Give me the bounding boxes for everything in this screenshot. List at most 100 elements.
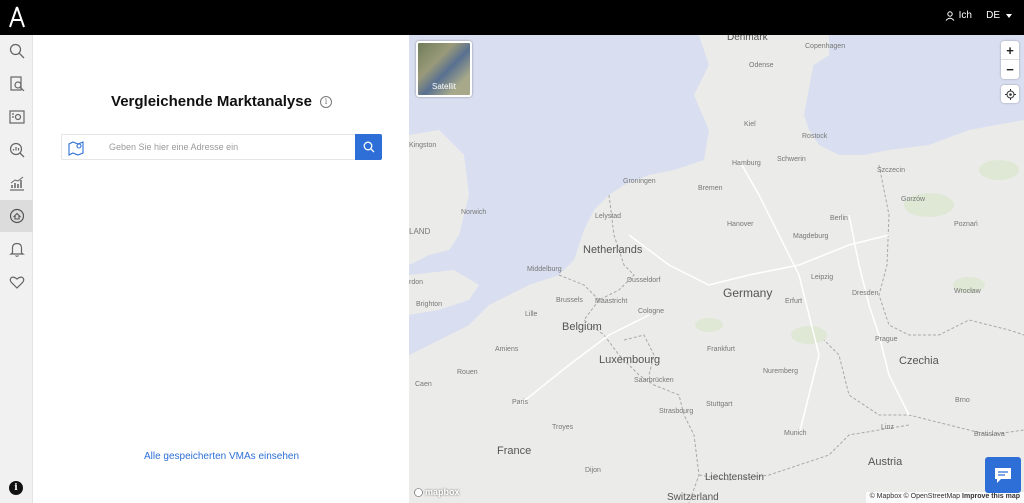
- map-label-rdon: rdon: [409, 279, 424, 286]
- sidebar-item-favorites[interactable]: [0, 266, 33, 298]
- map-label-lille: Lille: [525, 311, 538, 318]
- bell-icon: [8, 242, 25, 257]
- map-label-kiel: Kiel: [744, 121, 756, 128]
- map-label-middelburg: Middelburg: [527, 266, 562, 273]
- map-label-amiens: Amiens: [495, 346, 519, 353]
- language-selector[interactable]: DE: [986, 10, 1012, 21]
- address-search: [61, 134, 382, 160]
- analysis-panel: Vergleichende Marktanalyse i Alle gespei…: [34, 35, 409, 503]
- user-menu[interactable]: Ich: [945, 10, 972, 21]
- map-label-frankfurt: Frankfurt: [707, 346, 736, 353]
- map-label-dusseldorf: Dusseldorf: [627, 277, 661, 284]
- satellite-toggle[interactable]: Satellit: [416, 41, 472, 97]
- map-label-magdeburg: Magdeburg: [793, 233, 829, 240]
- map-label-berlin: Berlin: [830, 215, 848, 222]
- map-label-brighton: Brighton: [416, 301, 443, 308]
- map-label-austria: Austria: [868, 456, 903, 468]
- map-label-erfurt: Erfurt: [785, 298, 803, 305]
- map-label-poznan: Poznań: [954, 221, 978, 228]
- user-icon: [945, 10, 955, 21]
- map-label-luxembourg: Luxembourg: [599, 354, 661, 366]
- map-label-lelystad: Lelystad: [595, 213, 622, 220]
- crosshair-icon: [1004, 88, 1016, 100]
- attribution-osm-link[interactable]: © OpenStreetMap: [904, 493, 961, 500]
- map-label-gorzow: Gorzów: [901, 196, 926, 203]
- chevron-down-icon: [1006, 13, 1012, 18]
- sidebar-item-analysis[interactable]: [0, 134, 33, 166]
- map-label-dijon: Dijon: [585, 467, 601, 474]
- map-label-norwich: Norwich: [461, 209, 487, 216]
- chart-icon: [9, 176, 24, 191]
- sidebar-item-document-search[interactable]: [0, 68, 33, 100]
- heart-icon: [9, 276, 24, 289]
- map-label-hamburg: Hamburg: [732, 160, 761, 167]
- map-label-bremen: Bremen: [698, 185, 723, 192]
- map-label-dresden: Dresden: [852, 290, 879, 297]
- improve-map-link[interactable]: Improve this map: [962, 493, 1020, 500]
- map-label-nuremberg: Nuremberg: [763, 368, 799, 375]
- map-pin-icon[interactable]: [68, 140, 84, 156]
- map-label-strasbourg: Strasbourg: [659, 408, 694, 415]
- zoom-controls: + −: [1001, 41, 1019, 79]
- search-icon: [363, 141, 374, 153]
- page-title: Vergleichende Marktanalyse: [111, 93, 312, 110]
- map-label-kingston: Kingston: [409, 142, 437, 149]
- sidebar-item-market-compare[interactable]: [0, 200, 33, 232]
- title-row: Vergleichende Marktanalyse i: [34, 93, 409, 110]
- map-label-rouen: Rouen: [457, 369, 478, 376]
- map-label-brussels: Brussels: [556, 297, 583, 304]
- map-label-linz: Linz: [881, 424, 894, 431]
- map-label-caen: Caen: [415, 381, 432, 388]
- map-label-england: LAND: [409, 227, 431, 236]
- map-label-czechia: Czechia: [899, 355, 939, 367]
- map-label-denmark: Denmark: [727, 35, 768, 43]
- mapbox-logo[interactable]: mapbox: [414, 487, 460, 497]
- search-icon: [9, 43, 24, 59]
- map-label-cologne: Cologne: [638, 308, 665, 315]
- map-base: [409, 35, 1024, 503]
- map-view[interactable]: Denmark Copenhagen Odense Kiel Rostock H…: [409, 35, 1024, 503]
- zoom-in-button[interactable]: +: [1001, 41, 1019, 60]
- document-search-icon: [9, 76, 24, 92]
- analysis-icon: [9, 142, 24, 158]
- map-label-belgium: Belgium: [562, 321, 602, 333]
- map-label-stuttgart: Stuttgart: [706, 401, 733, 408]
- locate-button[interactable]: [1001, 85, 1019, 103]
- user-label: Ich: [958, 10, 972, 21]
- map-label-odense: Odense: [749, 62, 774, 69]
- app-logo[interactable]: [8, 6, 26, 28]
- sidebar-item-listing[interactable]: [0, 101, 33, 133]
- search-button[interactable]: [355, 134, 382, 160]
- mapbox-icon: [414, 487, 423, 497]
- map-label-saarbrucken: Saarbrücken: [634, 377, 674, 384]
- map-label-liechtenstein: Liechtenstein: [705, 472, 764, 483]
- map-label-bratislava: Bratislava: [974, 431, 1005, 438]
- language-label: DE: [986, 10, 1000, 21]
- sidebar: i: [0, 35, 33, 503]
- sidebar-item-search[interactable]: [0, 35, 33, 67]
- map-label-germany: Germany: [723, 286, 773, 300]
- map-label-switzerland: Switzerland: [667, 492, 719, 503]
- map-label-netherlands: Netherlands: [583, 244, 643, 256]
- map-label-leipzig: Leipzig: [811, 274, 834, 281]
- chat-icon: [995, 468, 1011, 483]
- attribution-mapbox-link[interactable]: © Mapbox: [870, 493, 902, 500]
- map-label-brno: Brno: [955, 397, 970, 404]
- map-label-szczecin: Szczecin: [877, 167, 906, 174]
- map-label-groningen: Groningen: [623, 178, 656, 185]
- sidebar-item-notifications[interactable]: [0, 233, 33, 265]
- info-icon[interactable]: i: [9, 481, 23, 495]
- map-label-prague: Prague: [875, 336, 898, 343]
- address-input[interactable]: [109, 135, 354, 159]
- sidebar-item-chart[interactable]: [0, 167, 33, 199]
- map-label-schwerin: Schwerin: [777, 156, 806, 163]
- saved-vmas-link[interactable]: Alle gespeicherten VMAs einsehen: [34, 451, 409, 462]
- map-label-hanover: Hanover: [727, 221, 754, 228]
- satellite-label: Satellit: [431, 82, 456, 91]
- info-icon[interactable]: i: [319, 95, 332, 108]
- chat-button[interactable]: [985, 457, 1021, 493]
- map-label-maastricht: Maastricht: [595, 298, 628, 305]
- zoom-out-button[interactable]: −: [1001, 60, 1019, 79]
- listing-icon: [8, 110, 25, 124]
- map-label-france: France: [497, 445, 532, 457]
